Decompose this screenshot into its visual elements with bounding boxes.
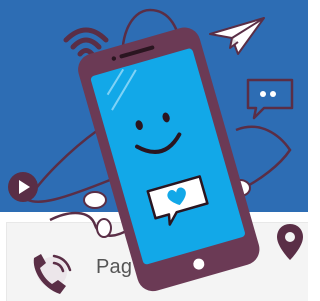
- page-link-label[interactable]: Pag: [96, 256, 132, 279]
- phone-call-icon: [33, 254, 72, 294]
